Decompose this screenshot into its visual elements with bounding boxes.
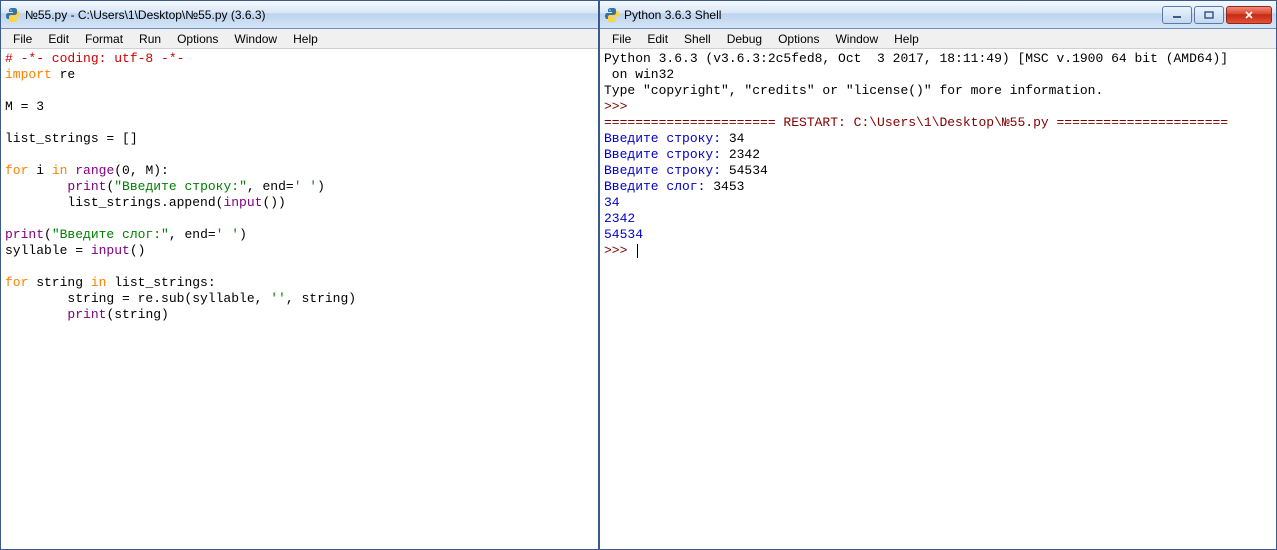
editor-menubar: FileEditFormatRunOptionsWindowHelp xyxy=(1,29,598,49)
code-line: M = 3 xyxy=(5,99,594,115)
output-line: on win32 xyxy=(604,67,1272,83)
shell-title: Python 3.6.3 Shell xyxy=(624,8,1160,22)
maximize-button[interactable] xyxy=(1194,6,1224,24)
output-line: Введите слог: 3453 xyxy=(604,179,1272,195)
editor-content[interactable]: # -*- coding: utf-8 -*-import re M = 3 l… xyxy=(1,49,598,549)
text-cursor xyxy=(637,244,638,258)
code-line: print("Введите слог:", end=' ') xyxy=(5,227,594,243)
shell-menu-shell[interactable]: Shell xyxy=(676,30,719,48)
editor-menu-help[interactable]: Help xyxy=(285,30,326,48)
shell-content[interactable]: Python 3.6.3 (v3.6.3:2c5fed8, Oct 3 2017… xyxy=(600,49,1276,549)
python-icon xyxy=(604,7,620,23)
output-line: 54534 xyxy=(604,227,1272,243)
output-line: 34 xyxy=(604,195,1272,211)
editor-menu-options[interactable]: Options xyxy=(169,30,226,48)
window-controls xyxy=(1160,6,1272,24)
code-line: syllable = input() xyxy=(5,243,594,259)
output-line: >>> xyxy=(604,243,1272,259)
code-line xyxy=(5,83,594,99)
output-line: Введите строку: 2342 xyxy=(604,147,1272,163)
output-line: ====================== RESTART: C:\Users… xyxy=(604,115,1272,131)
code-line xyxy=(5,211,594,227)
output-line: Введите строку: 54534 xyxy=(604,163,1272,179)
editor-menu-format[interactable]: Format xyxy=(77,30,131,48)
editor-menu-file[interactable]: File xyxy=(5,30,40,48)
code-line: import re xyxy=(5,67,594,83)
shell-menu-file[interactable]: File xyxy=(604,30,639,48)
shell-menu-options[interactable]: Options xyxy=(770,30,827,48)
code-line xyxy=(5,147,594,163)
close-button[interactable] xyxy=(1226,6,1272,24)
output-line: Python 3.6.3 (v3.6.3:2c5fed8, Oct 3 2017… xyxy=(604,51,1272,67)
editor-titlebar[interactable]: №55.py - C:\Users\1\Desktop\№55.py (3.6.… xyxy=(1,1,598,29)
code-line xyxy=(5,115,594,131)
code-line: list_strings = [] xyxy=(5,131,594,147)
shell-menubar: FileEditShellDebugOptionsWindowHelp xyxy=(600,29,1276,49)
output-line: >>> xyxy=(604,99,1272,115)
code-line: print(string) xyxy=(5,307,594,323)
code-line: print("Введите строку:", end=' ') xyxy=(5,179,594,195)
output-line: Type "copyright", "credits" or "license(… xyxy=(604,83,1272,99)
output-line: Введите строку: 34 xyxy=(604,131,1272,147)
code-line: for string in list_strings: xyxy=(5,275,594,291)
shell-menu-help[interactable]: Help xyxy=(886,30,927,48)
shell-titlebar[interactable]: Python 3.6.3 Shell xyxy=(600,1,1276,29)
shell-window: Python 3.6.3 Shell FileEditShellDebugOpt… xyxy=(599,0,1277,550)
code-line: for i in range(0, M): xyxy=(5,163,594,179)
editor-menu-run[interactable]: Run xyxy=(131,30,169,48)
shell-menu-debug[interactable]: Debug xyxy=(719,30,770,48)
code-line xyxy=(5,259,594,275)
code-line: list_strings.append(input()) xyxy=(5,195,594,211)
minimize-button[interactable] xyxy=(1162,6,1192,24)
editor-menu-window[interactable]: Window xyxy=(226,30,285,48)
code-line: string = re.sub(syllable, '', string) xyxy=(5,291,594,307)
editor-title: №55.py - C:\Users\1\Desktop\№55.py (3.6.… xyxy=(25,8,594,22)
editor-menu-edit[interactable]: Edit xyxy=(40,30,77,48)
output-line: 2342 xyxy=(604,211,1272,227)
shell-menu-window[interactable]: Window xyxy=(827,30,886,48)
code-line: # -*- coding: utf-8 -*- xyxy=(5,51,594,67)
editor-window: №55.py - C:\Users\1\Desktop\№55.py (3.6.… xyxy=(0,0,599,550)
python-icon xyxy=(5,7,21,23)
shell-menu-edit[interactable]: Edit xyxy=(639,30,676,48)
